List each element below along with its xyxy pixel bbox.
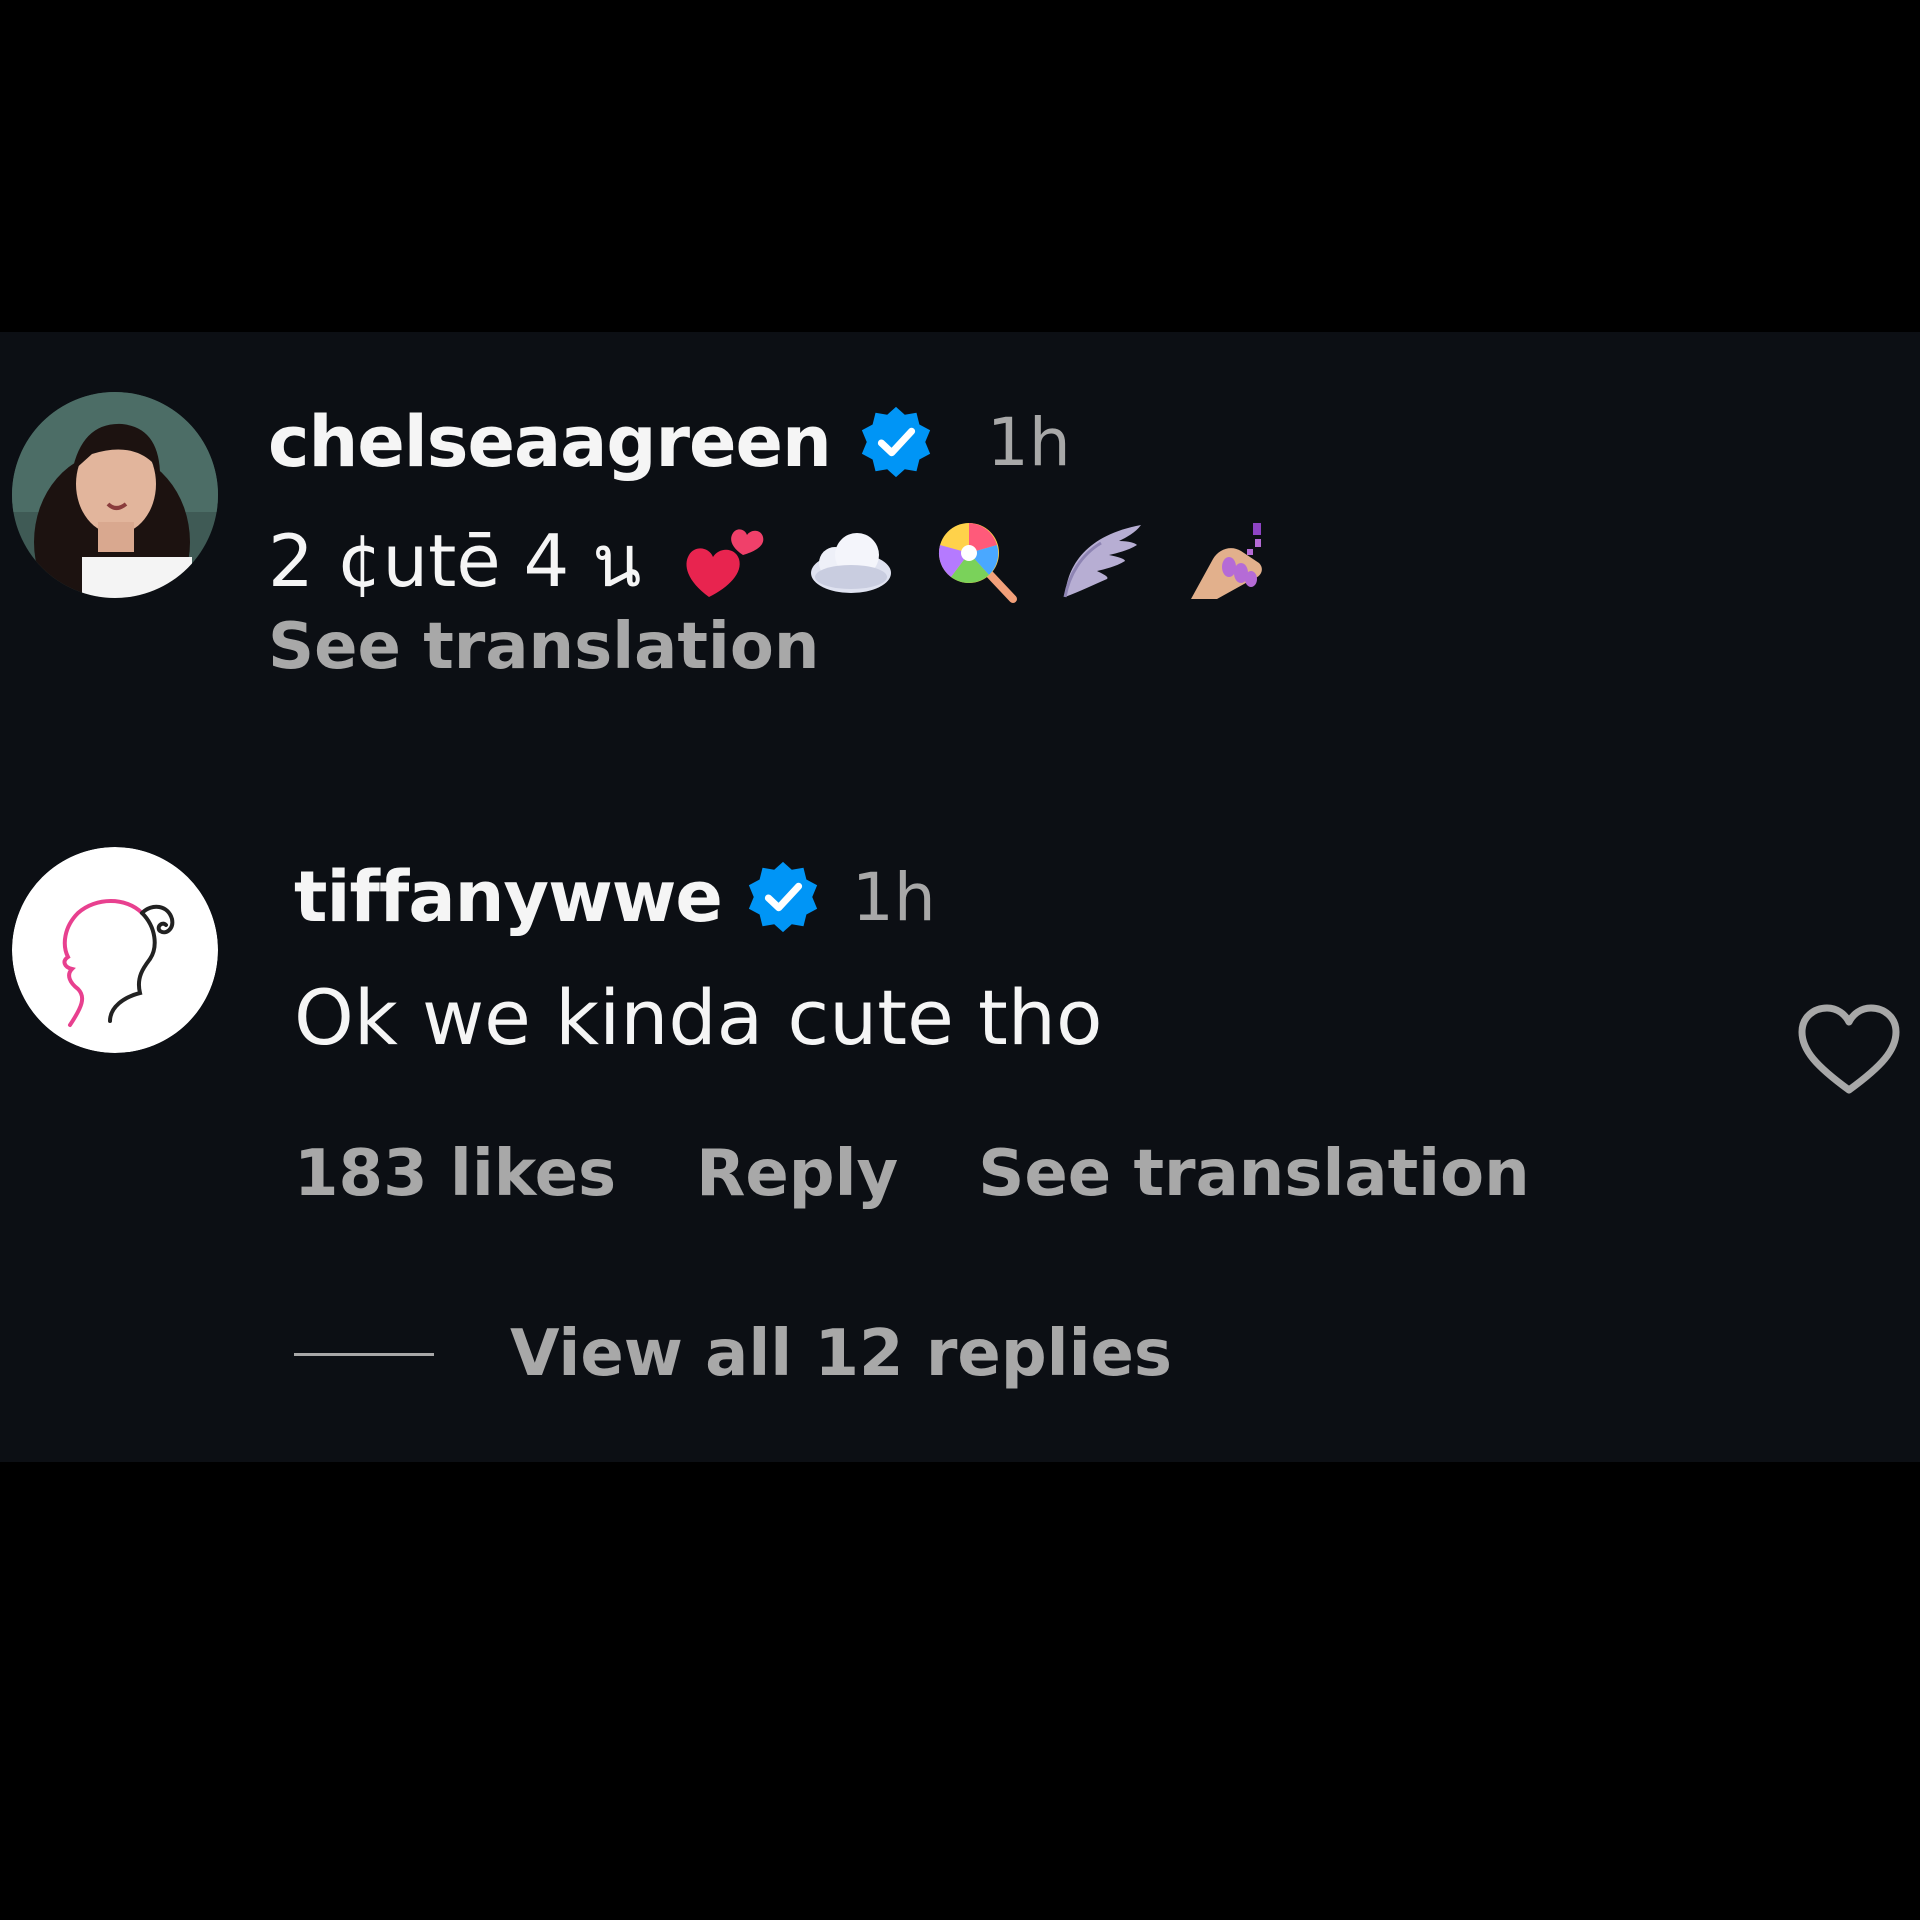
verified-badge-icon — [748, 861, 818, 933]
emoji-strip — [679, 515, 1273, 605]
comment-text: Ok we kinda cute tho — [294, 972, 1103, 1062]
like-heart-icon[interactable] — [1796, 1002, 1902, 1098]
replies-divider — [294, 1352, 434, 1356]
view-replies-button[interactable]: View all 12 replies — [294, 1317, 1172, 1391]
username[interactable]: tiffanywwe — [294, 856, 723, 938]
comment-text: 2 ¢utē 4 น — [268, 518, 642, 603]
barbie-silhouette-icon — [12, 847, 218, 1053]
verified-badge-icon — [861, 406, 930, 478]
avatar[interactable] — [12, 392, 218, 598]
comment-header: tiffanywwe 1h — [294, 847, 936, 947]
cloud-icon — [811, 533, 892, 593]
timestamp: 1h — [986, 403, 1071, 481]
comment-body: Ok we kinda cute tho — [294, 967, 1102, 1067]
likes-count[interactable]: 183 likes — [294, 1137, 616, 1211]
comment-header: chelseaagreen 1h — [268, 392, 1071, 492]
profile-photo-icon — [12, 392, 218, 598]
two-hearts-icon — [686, 529, 764, 597]
see-translation-link[interactable]: See translation — [978, 1137, 1529, 1211]
comment-actions: 183 likes Reply See translation — [294, 1137, 1530, 1211]
reply-button[interactable]: Reply — [696, 1137, 898, 1211]
comment-body: 2 ¢utē 4 น — [268, 510, 1273, 610]
wing-icon — [1063, 525, 1142, 598]
nail-polish-icon — [1191, 523, 1263, 599]
view-replies-label: View all 12 replies — [510, 1317, 1172, 1391]
comments-panel: chelseaagreen 1h 2 ¢utē 4 น See translat… — [0, 332, 1920, 1462]
timestamp: 1h — [851, 858, 936, 936]
avatar[interactable] — [12, 847, 218, 1053]
username[interactable]: chelseaagreen — [268, 401, 832, 483]
see-translation-link[interactable]: See translation — [268, 610, 819, 684]
lollipop-icon — [939, 523, 1018, 603]
